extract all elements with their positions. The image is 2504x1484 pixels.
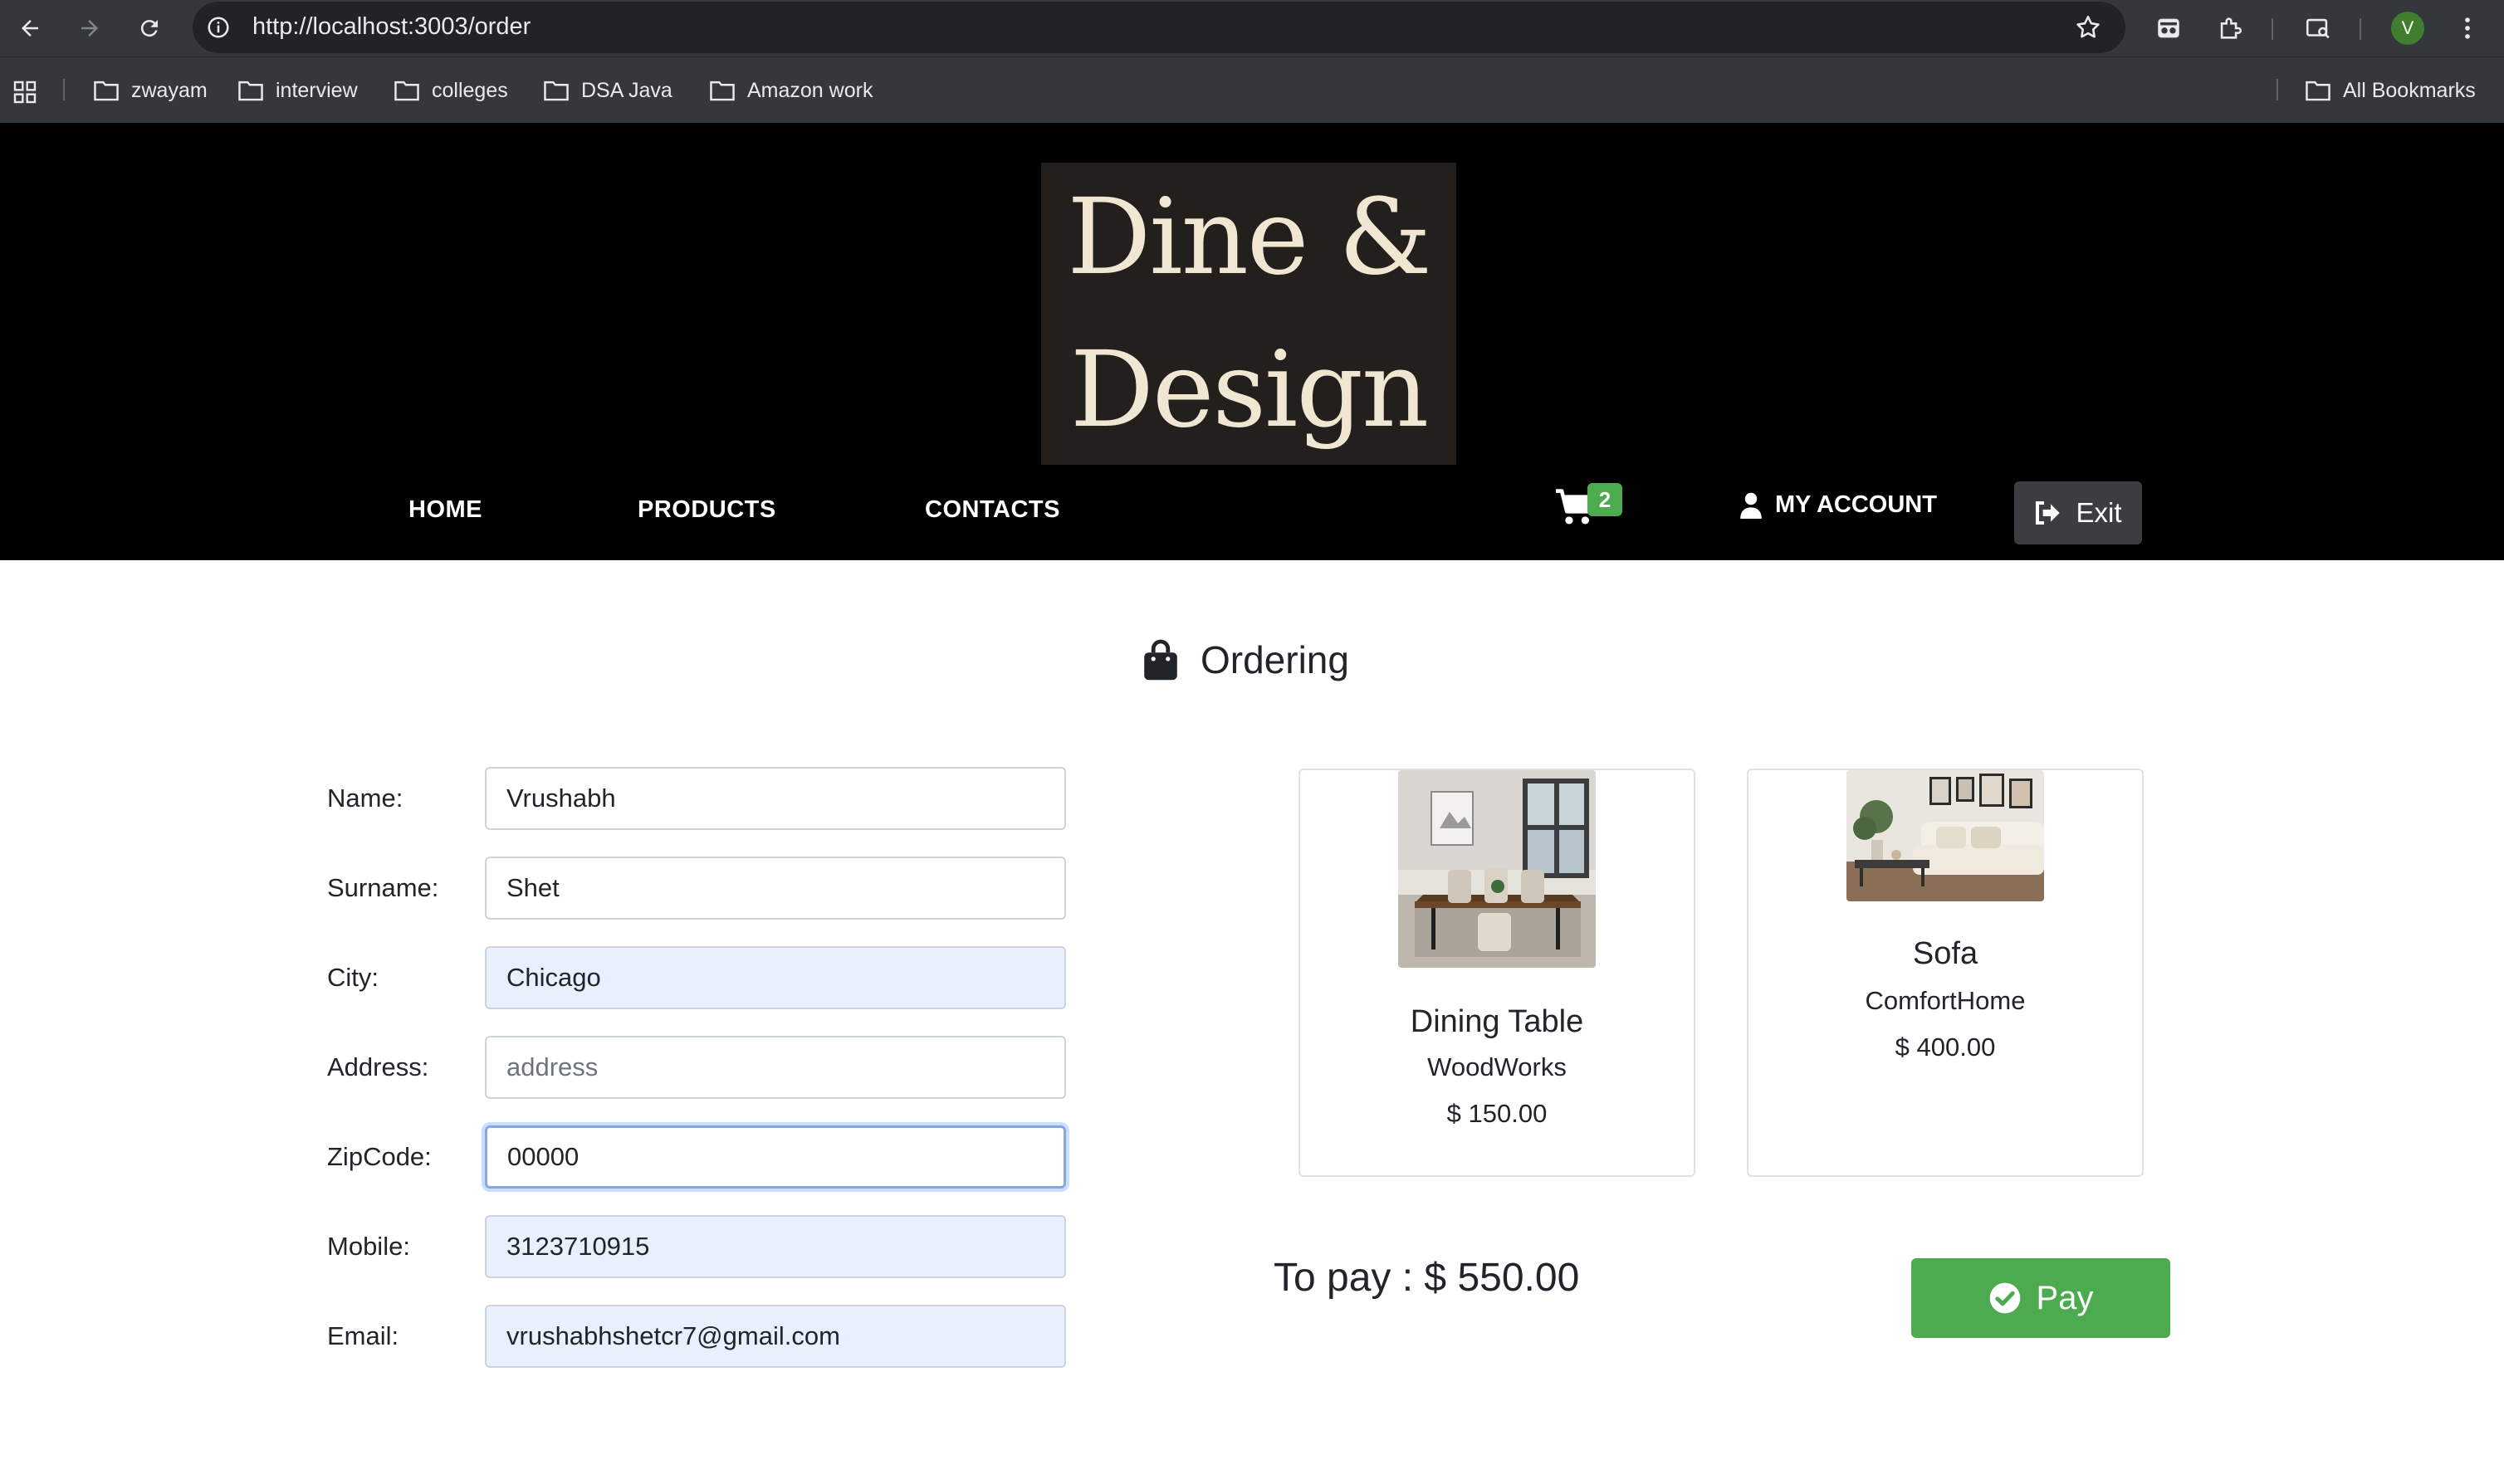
pay-label: Pay (2036, 1279, 2094, 1316)
sofa-image (1846, 770, 2044, 901)
site-info-icon[interactable] (206, 15, 231, 40)
form-row-surname: Surname: (327, 857, 1066, 920)
bookmark-colleges[interactable]: colleges (394, 77, 508, 104)
folder-icon (710, 81, 735, 101)
bookmark-amazon-work[interactable]: Amazon work (709, 77, 873, 104)
my-account-link[interactable]: MY ACCOUNT (1740, 491, 1937, 519)
user-icon (1740, 492, 1762, 519)
bookmarks-bar: zwayam interview colleges DSA Java Amazo… (0, 56, 2504, 124)
folder-icon (394, 81, 419, 101)
check-circle-icon (1989, 1282, 2020, 1314)
folder-icon (94, 81, 119, 101)
form-row-address: Address: (327, 1036, 1066, 1099)
my-account-label: MY ACCOUNT (1775, 491, 1937, 518)
tab-search-icon[interactable] (2301, 12, 2335, 45)
url-text[interactable]: http://localhost:3003/order (252, 13, 531, 41)
nav-products[interactable]: PRODUCTS (638, 496, 776, 524)
name-input[interactable] (485, 767, 1066, 830)
toolbar-divider (2272, 18, 2273, 40)
page-title-text: Ordering (1201, 638, 1349, 681)
sign-out-icon (2036, 501, 2061, 525)
reload-icon[interactable] (133, 12, 166, 45)
site-header: Dine & Design HOME PRODUCTS CONTACTS 2 M… (0, 123, 2504, 560)
address-label: Address: (327, 1052, 429, 1081)
dining-table-image (1398, 770, 1596, 968)
item-brand: ComfortHome (1865, 986, 2026, 1015)
form-row-zipcode: ZipCode: (327, 1125, 1066, 1189)
order-item-card: Sofa ComfortHome $ 400.00 (1747, 769, 2144, 1177)
item-title: Dining Table (1410, 1004, 1584, 1039)
form-row-mobile: Mobile: (327, 1215, 1066, 1278)
form-row-email: Email: (327, 1305, 1066, 1368)
mobile-label: Mobile: (327, 1232, 410, 1261)
item-price: $ 400.00 (1895, 1032, 1996, 1062)
bookmark-label: DSA Java (581, 78, 672, 102)
exit-button[interactable]: Exit (2014, 481, 2142, 544)
order-item-card: Dining Table WoodWorks $ 150.00 (1298, 769, 1695, 1177)
bookmark-interview[interactable]: interview (237, 77, 358, 104)
item-brand: WoodWorks (1427, 1052, 1567, 1081)
folder-icon (238, 81, 263, 101)
apps-grid-icon[interactable] (12, 79, 38, 105)
all-bookmarks-label: All Bookmarks (2343, 78, 2476, 102)
profile-avatar[interactable]: V (2391, 12, 2424, 45)
address-bar[interactable]: http://localhost:3003/order (193, 2, 2125, 53)
surname-input[interactable] (485, 857, 1066, 920)
folder-icon (544, 81, 569, 101)
total-amount: To pay : $ 550.00 (1274, 1256, 1580, 1300)
more-menu-icon[interactable] (2451, 12, 2484, 45)
extensions-icon[interactable] (2213, 12, 2247, 45)
email-label: Email: (327, 1321, 399, 1350)
mobile-input[interactable] (485, 1215, 1066, 1278)
bookmarks-divider (2277, 79, 2278, 100)
browser-toolbar: http://localhost:3003/order V (0, 0, 2504, 56)
incognito-extension-icon[interactable] (2152, 12, 2185, 45)
cart-count-badge: 2 (1587, 483, 1622, 516)
zipcode-input[interactable] (485, 1125, 1066, 1189)
shopping-bag-icon (1144, 639, 1177, 681)
bookmark-label: interview (276, 78, 358, 102)
logo-text-line2: Design (1069, 329, 1429, 451)
email-input[interactable] (485, 1305, 1066, 1368)
nav-home[interactable]: HOME (408, 496, 482, 524)
forward-icon[interactable] (73, 12, 106, 45)
logo-text-line1: Dine & (1067, 176, 1431, 298)
bookmark-star-icon[interactable] (2074, 13, 2102, 41)
form-row-name: Name: (327, 767, 1066, 830)
form-row-city: City: (327, 946, 1066, 1009)
exit-label: Exit (2076, 497, 2122, 528)
item-title: Sofa (1912, 936, 1978, 971)
back-icon[interactable] (13, 12, 46, 45)
bookmarks-divider (63, 79, 65, 100)
name-label: Name: (327, 783, 403, 813)
city-label: City: (327, 963, 379, 992)
toolbar-divider (2360, 18, 2361, 40)
pay-button[interactable]: Pay (1911, 1258, 2170, 1338)
address-input[interactable] (485, 1036, 1066, 1099)
bookmark-zwayam[interactable]: zwayam (93, 77, 208, 104)
site-logo[interactable]: Dine & Design (1041, 163, 1456, 465)
item-price: $ 150.00 (1446, 1099, 1548, 1128)
bookmark-label: colleges (432, 78, 508, 102)
city-input[interactable] (485, 946, 1066, 1009)
bookmark-label: Amazon work (747, 78, 873, 102)
bookmark-label: zwayam (131, 78, 208, 102)
folder-icon (2306, 81, 2330, 101)
nav-contacts[interactable]: CONTACTS (925, 496, 1060, 524)
surname-label: Surname: (327, 873, 439, 902)
page-title: Ordering (1142, 637, 1349, 682)
all-bookmarks[interactable]: All Bookmarks (2305, 77, 2476, 104)
zipcode-label: ZipCode: (327, 1142, 432, 1171)
bookmark-dsa-java[interactable]: DSA Java (543, 77, 672, 104)
